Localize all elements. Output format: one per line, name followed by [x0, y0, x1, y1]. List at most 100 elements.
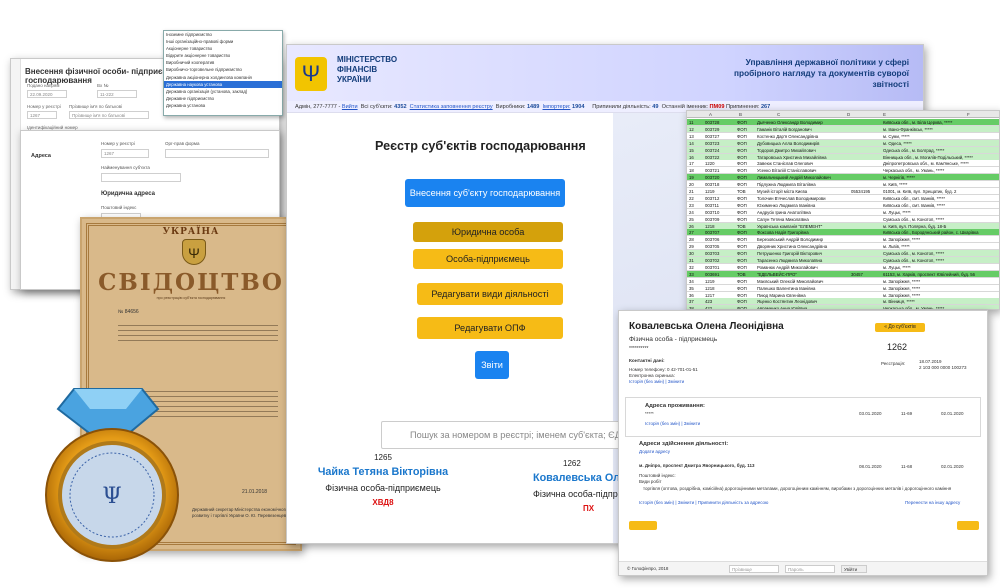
- password-input[interactable]: Пароль: [785, 565, 835, 573]
- org-form-label: Орг-прав форма: [165, 141, 200, 146]
- activity-code: 11-68: [901, 464, 913, 469]
- dropdown-option[interactable]: Виробничий кооператив: [164, 59, 282, 66]
- residence-code: 11-69: [901, 411, 913, 416]
- contacts-history-links[interactable]: Історія (без змін) | Змінити: [629, 379, 684, 385]
- add-address-link[interactable]: Додати адресу: [639, 449, 670, 455]
- postal-index-label: Поштовий індекс: [101, 205, 137, 210]
- kinds-of-work-label: Види робіт: [639, 479, 662, 484]
- entity-type: Фізична особа - підприємець: [629, 336, 718, 343]
- entity-card-name[interactable]: Чайка Тетяна Вікторівна: [313, 466, 453, 478]
- residence-history-links[interactable]: Історія (без змін) | Змінити: [645, 421, 700, 427]
- spreadsheet-window: A B C D E F 11 003728 ФОП Дьяченко Олександ…: [686, 110, 1000, 310]
- reports-button[interactable]: Звіти: [475, 351, 509, 379]
- dropdown-option[interactable]: Державна установа: [164, 102, 282, 109]
- residence-value: *****: [645, 411, 654, 416]
- column-header: D: [847, 112, 851, 117]
- org-form-dropdown[interactable]: Іноземне підприємство Інші організаційно…: [163, 30, 283, 116]
- column-header: C: [777, 112, 781, 117]
- dropdown-option[interactable]: Іноземне підприємство: [164, 31, 282, 38]
- entity-card-code: ХВД8: [372, 498, 394, 507]
- suspended-count: 49: [652, 104, 659, 110]
- residence-date-2: 02.01.2020: [941, 411, 964, 416]
- transfer-address-link[interactable]: Перенести на іншу адресу: [905, 500, 960, 506]
- incoming-number-input[interactable]: 11-222: [97, 90, 137, 98]
- trident-crest-icon: Ψ: [182, 239, 206, 265]
- department-title: Управління державної політики у сфері пр…: [734, 57, 909, 89]
- medal-seal-icon: Ψ: [45, 388, 179, 562]
- dropdown-option[interactable]: Акціонерне товариство: [164, 45, 282, 52]
- dropdown-option[interactable]: Виробничо-торговельне підприємство: [164, 66, 282, 73]
- ministry-logo-icon: Ψ: [295, 57, 327, 91]
- address-label: Адреса: [31, 153, 51, 159]
- admin-label: Адмін, 277-7777 -: [295, 104, 341, 110]
- footer-copyright: © Голофінпро, 2018: [627, 566, 669, 571]
- certificate-number: № 84656: [118, 309, 139, 315]
- entity-card[interactable]: 1265 Чайка Тетяна Вікторівна Фізична осо…: [313, 453, 453, 507]
- edit-activities-button[interactable]: Редагувати види діяльності: [417, 283, 563, 305]
- column-header: E: [883, 112, 887, 117]
- contacts-label: Контактні дані:: [629, 359, 665, 364]
- login-button[interactable]: Увійти: [841, 565, 867, 573]
- detail-footer: © Голофінпро, 2018 Прізвище Пароль Увійт…: [619, 561, 987, 575]
- dropdown-option[interactable]: Державна організація (установа, заклад): [164, 88, 282, 95]
- certificate-subtitle: про реєстрацію суб'єкта господарювання: [156, 296, 226, 300]
- entity-card-type: Фізична особа-підприємець: [325, 483, 441, 493]
- date-input[interactable]: 22.09.2020: [27, 90, 67, 98]
- certificate-date: 21.01.2018: [242, 489, 268, 495]
- activity-date-2: 02.01.2020: [941, 464, 964, 469]
- column-header: B: [739, 112, 743, 117]
- registry-label: Реєстрація:: [881, 361, 906, 366]
- add-entity-button[interactable]: Внесення суб'єкту господарювання: [405, 179, 565, 207]
- stats-link[interactable]: Статистика заповнення реєстру: [410, 104, 493, 110]
- field-label: Номер у реєстрі: [27, 104, 61, 109]
- importers-label[interactable]: Імпортери:: [543, 104, 571, 110]
- activity-history-links[interactable]: Історія (без змін) | Змінити | Припинити…: [639, 500, 768, 506]
- dropdown-option[interactable]: Державне підприємство: [164, 95, 282, 102]
- entity-detail-window: Ковалевська Олена Леонідівна Фізична осо…: [618, 310, 988, 576]
- login-input[interactable]: Прізвище: [729, 565, 779, 573]
- activity-address: м. Дніпро, проспект Дмитра Яворницького,…: [639, 463, 755, 468]
- producers-label: Виробники:: [495, 104, 526, 110]
- importers-count: 1904: [572, 104, 585, 110]
- ministry-header: Ψ МІНІСТЕРСТВО ФІНАНСІВ УКРАЇНИ Управлін…: [287, 45, 923, 101]
- collage-canvas: Внесення фізичної особи- підприємця до р…: [0, 0, 1000, 588]
- registry-number-input[interactable]: 1267: [101, 149, 149, 158]
- certificate-body-text: [118, 321, 278, 341]
- activity-date: 08.01.2020: [859, 464, 882, 469]
- residence-date: 03.01.2020: [859, 411, 882, 416]
- action-button-right[interactable]: [957, 521, 979, 530]
- column-header: A: [709, 112, 713, 117]
- ministry-title: МІНІСТЕРСТВО ФІНАНСІВ УКРАЇНИ: [337, 55, 398, 84]
- kinds-of-work-value: торгівля (оптова, роздрібна, комісійна) …: [643, 486, 952, 491]
- registry-number-input[interactable]: 1267: [27, 111, 57, 119]
- dropdown-option-selected[interactable]: Державна наукова установа: [164, 80, 282, 88]
- entities-count: 4352: [394, 104, 407, 110]
- column-header: F: [967, 112, 970, 117]
- individual-button[interactable]: Особа-підприємець: [413, 249, 563, 269]
- full-name-input[interactable]: Прізвище ім'я по батькові: [69, 111, 149, 119]
- suspended-label: Припинили діяльність:: [592, 104, 651, 110]
- page-title: Реєстр суб'єктів господарювання: [375, 139, 586, 153]
- svg-text:Ψ: Ψ: [102, 484, 121, 509]
- residence-label: Адреса проживання:: [645, 403, 705, 409]
- entity-card-id: 1265: [374, 453, 392, 462]
- back-to-entities-button[interactable]: « До суб'єктів: [875, 323, 925, 332]
- logout-link[interactable]: Вийти: [342, 104, 358, 110]
- legal-address-heading: Юридична адреса: [101, 191, 155, 197]
- dropdown-option[interactable]: Інші організаційно-правові форми: [164, 38, 282, 45]
- field-label: Вх №: [97, 83, 109, 88]
- org-form-select[interactable]: [165, 149, 269, 158]
- dropdown-option[interactable]: Державна акціонерна холдингова компанія: [164, 74, 282, 81]
- certificate-country: УКРАЇНА: [162, 227, 220, 237]
- entity-name: Ковалевська Олена Леонідівна: [629, 321, 784, 332]
- activity-addresses-label: Адреси здійснення діяльності:: [639, 441, 729, 447]
- entity-name-input[interactable]: [101, 173, 181, 182]
- certificate-title: СВІДОЦТВО: [98, 269, 284, 296]
- producers-count: 1489: [526, 104, 540, 110]
- dropdown-option[interactable]: Відкрите акціонерне товариство: [164, 52, 282, 59]
- action-button[interactable]: [629, 521, 657, 530]
- spreadsheet-column-headers: A B C D E F: [687, 111, 999, 118]
- field-label: Подано напрям: [27, 83, 60, 88]
- edit-opf-button[interactable]: Редагувати ОПФ: [417, 317, 563, 339]
- legal-entity-button[interactable]: Юридична особа: [413, 222, 563, 242]
